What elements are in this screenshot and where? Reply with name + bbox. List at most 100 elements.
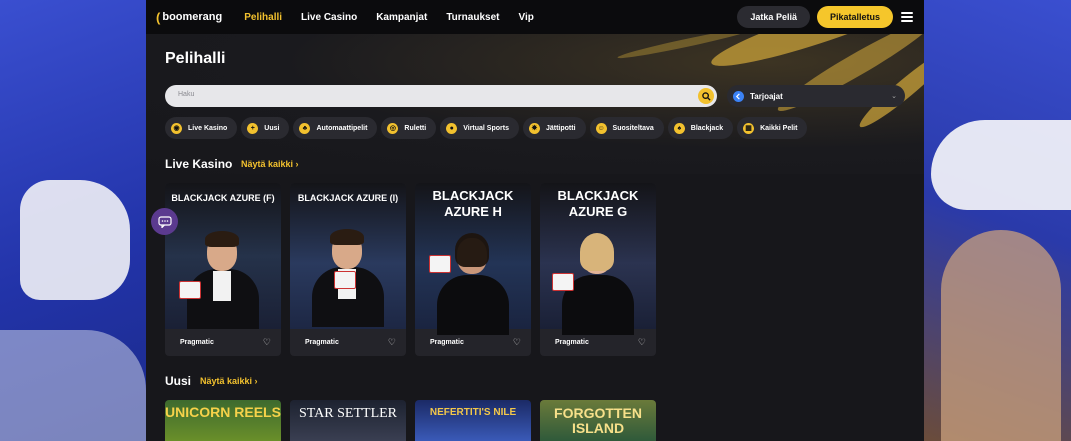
category-chips: ◉ Live Kasino + Uusi ♣ Automaattipelit ◎ Rul… — [165, 117, 808, 139]
nav-item-kampanjat[interactable]: Kampanjat — [376, 12, 427, 23]
chip-label: Suositeltava — [612, 124, 654, 132]
game-card[interactable]: BLACKJACK AZURE G Pragmatic ♡ — [540, 183, 656, 356]
dealer-figure — [455, 233, 489, 267]
game-thumbnail: BLACKJACK AZURE H — [415, 183, 531, 335]
new-game-card[interactable]: UNICORN REELS — [165, 400, 281, 441]
nav-item-vip[interactable]: Vip — [518, 12, 533, 23]
continue-playing-button[interactable]: Jatka Peliä — [737, 6, 810, 28]
brand-logo[interactable]: ( boomerang — [156, 10, 222, 25]
background-shape — [941, 230, 1061, 441]
chip-automaattipelit[interactable]: ♣ Automaattipelit — [293, 117, 378, 139]
chevron-down-icon: ⌄ — [891, 93, 897, 100]
nav-item-pelihalli[interactable]: Pelihalli — [244, 12, 282, 23]
game-title: BLACKJACK AZURE (F) — [171, 193, 275, 203]
cherries-icon: ♣ — [299, 122, 311, 134]
dealer-figure — [213, 271, 231, 301]
game-card-footer: Pragmatic ♡ — [415, 329, 531, 356]
game-title: BLACKJACK AZURE (I) — [297, 193, 399, 203]
chip-kaikki-pelit[interactable]: ▦ Kaikki Pelit — [737, 117, 808, 139]
game-title: FORGOTTEN ISLAND — [554, 405, 642, 436]
provider-label: Tarjoajat — [750, 91, 783, 101]
game-provider: Pragmatic — [430, 339, 464, 346]
nav-item-live-casino[interactable]: Live Casino — [301, 12, 357, 23]
background-shape — [0, 330, 146, 441]
section-title-live-kasino: Live Kasino — [165, 157, 233, 171]
new-game-card[interactable]: FORGOTTEN ISLAND — [540, 400, 656, 441]
game-title: NEFERTITI'S NILE — [429, 407, 517, 418]
new-game-card[interactable]: NEFERTITI'S NILE — [415, 400, 531, 441]
playing-cards-icon — [429, 255, 451, 273]
show-all-live-link[interactable]: Näytä kaikki › — [241, 159, 299, 169]
heart-icon[interactable]: ♡ — [638, 337, 646, 348]
nav-item-turnaukset[interactable]: Turnaukset — [446, 12, 499, 23]
playing-cards-icon — [179, 281, 201, 299]
chip-ruletti[interactable]: ◎ Ruletti — [381, 117, 437, 139]
provider-dropdown[interactable]: Tarjoajat ⌄ — [727, 85, 905, 107]
game-card[interactable]: BLACKJACK AZURE (F) Pragmatic ♡ — [165, 183, 281, 356]
show-all-new-link[interactable]: Näytä kaikki › — [200, 376, 258, 386]
page-title: Pelihalli — [165, 50, 226, 67]
quick-deposit-button[interactable]: Pikatalletus — [816, 6, 893, 28]
game-card[interactable]: BLACKJACK AZURE (I) Pragmatic ♡ — [290, 183, 406, 356]
provider-icon — [733, 90, 744, 102]
background-shape — [20, 180, 130, 300]
casino-app: ( boomerang Pelihalli Live Casino Kampan… — [146, 0, 924, 441]
hamburger-menu-icon[interactable] — [900, 10, 914, 24]
cards-icon: ♠ — [673, 122, 685, 134]
game-thumbnail: BLACKJACK AZURE (I) — [290, 183, 406, 329]
plus-icon: + — [247, 122, 259, 134]
game-provider: Pragmatic — [180, 339, 214, 346]
game-provider: Pragmatic — [305, 339, 339, 346]
chat-support-button[interactable] — [151, 208, 178, 235]
game-title: BLACKJACK AZURE G — [557, 188, 639, 219]
search-placeholder: Haku — [178, 91, 195, 98]
chip-label: Kaikki Pelit — [760, 124, 798, 132]
background-shape — [931, 120, 1071, 210]
roulette-icon: ◎ — [387, 122, 399, 134]
chip-label: Virtual Sports — [463, 124, 509, 132]
main-nav: Pelihalli Live Casino Kampanjat Turnauks… — [244, 12, 534, 23]
game-card-footer: Pragmatic ♡ — [290, 329, 406, 356]
chip-blackjack[interactable]: ♠ Blackjack — [667, 117, 734, 139]
chip-label: Automaattipelit — [316, 124, 368, 132]
game-card[interactable]: BLACKJACK AZURE H Pragmatic ♡ — [415, 183, 531, 356]
dealer-figure — [580, 233, 614, 271]
heart-icon[interactable]: ♡ — [263, 337, 271, 348]
game-title: BLACKJACK AZURE H — [432, 188, 514, 219]
heart-icon[interactable]: ♡ — [388, 337, 396, 348]
search-input[interactable]: Haku — [165, 85, 717, 107]
game-thumbnail: BLACKJACK AZURE G — [540, 183, 656, 335]
brand-logo-text: boomerang — [162, 11, 223, 23]
chip-suositeltava[interactable]: ☺ Suositeltava — [589, 117, 664, 139]
game-title: UNICORN REELS — [165, 404, 281, 420]
game-card-footer: Pragmatic ♡ — [165, 329, 281, 356]
game-title: STAR SETTLER — [298, 406, 398, 421]
heart-icon[interactable]: ♡ — [513, 337, 521, 348]
chat-icon — [157, 215, 172, 228]
chip-uusi[interactable]: + Uusi — [241, 117, 290, 139]
section-title-uusi: Uusi — [165, 374, 192, 388]
dealer-figure — [205, 231, 239, 247]
top-actions: Jatka Peliä Pikatalletus — [737, 6, 914, 28]
playing-cards-icon — [552, 273, 574, 291]
chip-virtual-sports[interactable]: ● Virtual Sports — [440, 117, 519, 139]
top-navigation-bar: ( boomerang Pelihalli Live Casino Kampan… — [146, 0, 924, 34]
game-thumbnail: BLACKJACK AZURE (F) — [165, 183, 281, 329]
eye-icon: ◉ — [171, 122, 182, 134]
ball-icon: ● — [446, 122, 458, 134]
jackpot-icon: ✸ — [528, 122, 540, 134]
playing-cards-icon — [334, 271, 356, 289]
chip-live-kasino[interactable]: ◉ Live Kasino — [165, 117, 238, 139]
search-icon[interactable] — [698, 88, 714, 104]
chip-label: Ruletti — [404, 124, 427, 132]
boomerang-logo-icon: ( — [156, 9, 161, 25]
new-game-card[interactable]: STAR SETTLER — [290, 400, 406, 441]
chip-jattipotti[interactable]: ✸ Jättipotti — [522, 117, 586, 139]
chip-label: Jättipotti — [545, 124, 576, 132]
chip-label: Blackjack — [690, 124, 724, 132]
dealer-figure — [330, 229, 364, 245]
grid-icon: ▦ — [743, 122, 755, 134]
dealer-figure — [437, 275, 509, 335]
game-provider: Pragmatic — [555, 339, 589, 346]
chip-label: Live Kasino — [188, 124, 228, 132]
